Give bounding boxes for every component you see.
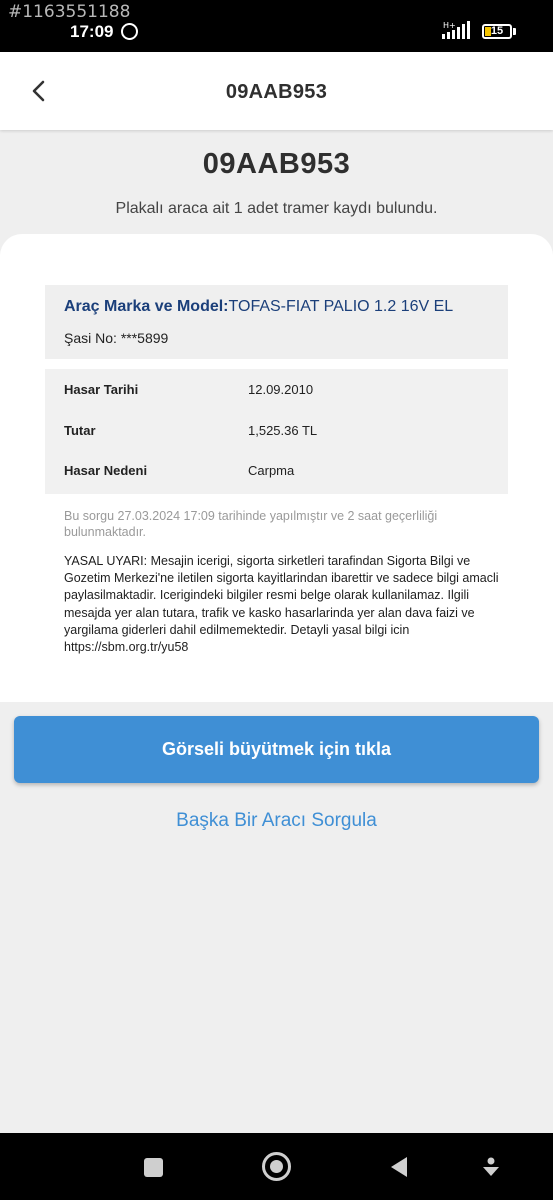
circle-home-icon[interactable] — [262, 1152, 291, 1181]
battery-icon: 15 — [482, 24, 512, 39]
vehicle-info-box: Araç Marka ve Model:TOFAS-FIAT PALIO 1.2… — [45, 285, 508, 359]
chassis-label: Şasi No: — [64, 330, 121, 346]
network-type-label: H+ — [443, 21, 456, 30]
damage-details-box: Hasar Tarihi 12.09.2010 Tutar 1,525.36 T… — [45, 369, 508, 494]
damage-amount-key: Tutar — [64, 423, 96, 438]
result-summary: Plakalı araca ait 1 adet tramer kaydı bu… — [115, 200, 438, 217]
system-nav-bar — [0, 1133, 553, 1200]
damage-cause-value: Carpma — [248, 463, 295, 478]
vehicle-model-line: Araç Marka ve Model:TOFAS-FIAT PALIO 1.2… — [64, 298, 453, 316]
damage-date-key: Hasar Tarihi — [64, 382, 139, 397]
status-bar: #1163551188 17:09 H+ 15 — [0, 0, 553, 52]
battery-tip — [513, 28, 516, 35]
chassis-line: Şasi No: ***5899 — [64, 330, 168, 346]
whatsapp-icon — [121, 23, 138, 40]
query-validity-note: Bu sorgu 27.03.2024 17:09 tarihinde yapı… — [64, 509, 438, 539]
damage-date-value: 12.09.2010 — [248, 382, 314, 397]
damage-cause-key: Hasar Nedeni — [64, 463, 148, 478]
vehicle-model-value: TOFAS-FIAT PALIO 1.2 16V EL — [228, 298, 454, 315]
triangle-back-icon[interactable] — [389, 1156, 409, 1178]
app-bar-title: 09AAB953 — [225, 81, 328, 103]
query-another-vehicle-link[interactable]: Başka Bir Aracı Sorgula — [0, 810, 553, 832]
chassis-value: ***5899 — [120, 330, 169, 346]
legal-warning: YASAL UYARI: Mesajin icerigi, sigorta si… — [64, 554, 499, 655]
square-recents-icon[interactable] — [144, 1158, 163, 1177]
assistant-icon[interactable] — [481, 1156, 501, 1178]
damage-amount-value: 1,525.36 TL — [248, 423, 318, 438]
battery-level: 15 — [490, 25, 504, 37]
app-bar: 09AAB953 — [0, 52, 553, 130]
enlarge-image-button[interactable]: Görseli büyütmek için tıkla — [14, 716, 539, 783]
vehicle-model-label: Araç Marka ve Model: — [64, 298, 229, 315]
signal-icon: H+ — [442, 21, 470, 39]
plate-number-heading: 09AAB953 — [202, 148, 351, 180]
status-id-text: #1163551188 — [8, 2, 131, 22]
home-dot — [270, 1160, 283, 1173]
status-time: 17:09 — [70, 22, 114, 41]
